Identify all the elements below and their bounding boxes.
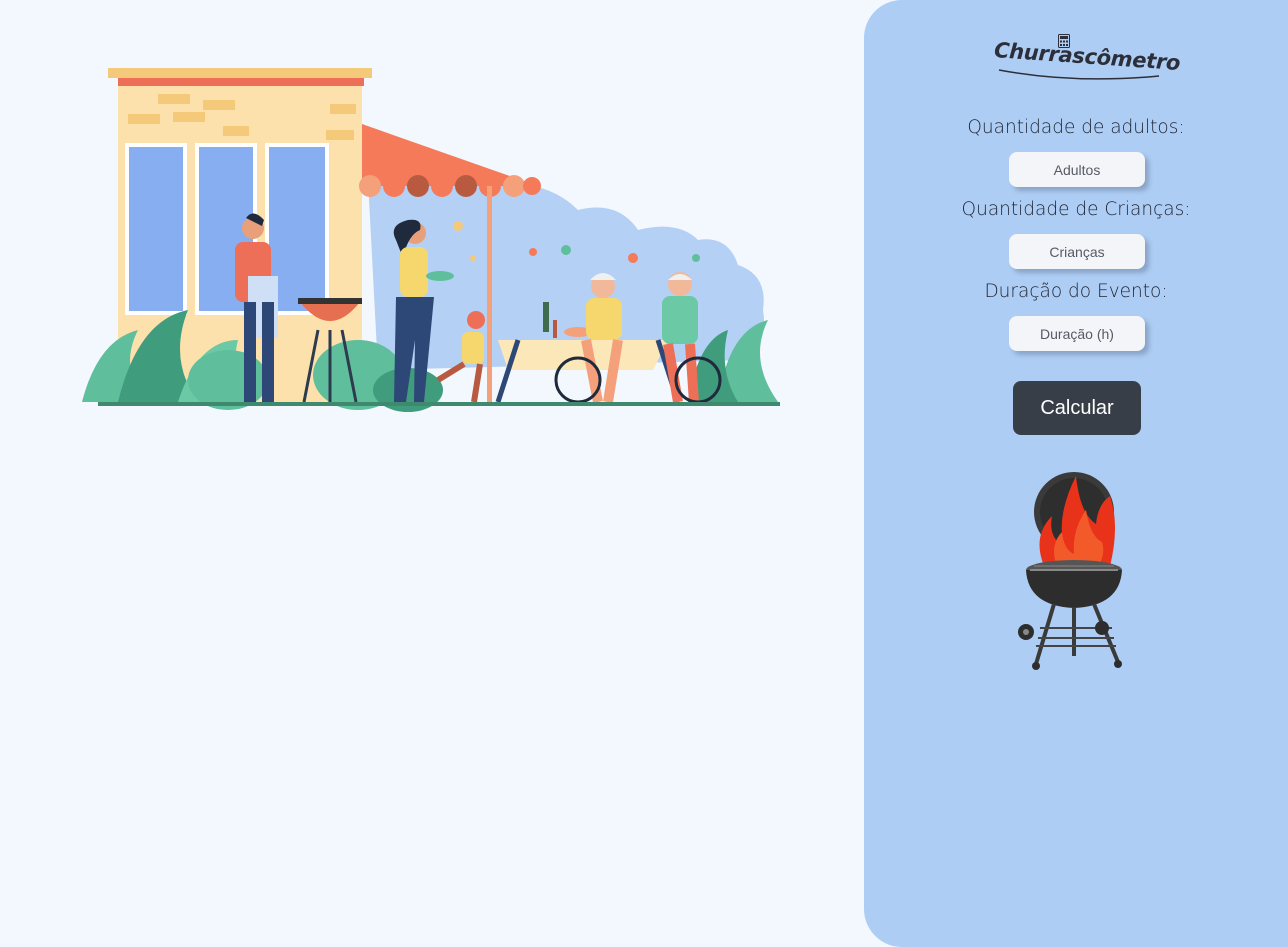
logo: Churrascômetro (993, 30, 1181, 86)
children-label: Quantidade de Crianças: (961, 199, 1191, 220)
adults-label: Quantidade de adultos: (967, 117, 1185, 138)
children-input[interactable] (1009, 234, 1145, 269)
grill-with-flames-image (1018, 472, 1122, 670)
calculator-panel: Churrascômetro Quantidade de adultos: Qu… (864, 0, 1288, 947)
calculate-button[interactable]: Calcular (1013, 381, 1141, 435)
duration-input[interactable] (1009, 316, 1145, 351)
barbecue-party-illustration (82, 68, 780, 412)
logo-underline (998, 69, 1160, 80)
duration-label: Duração do Evento: (984, 281, 1168, 302)
adults-input[interactable] (1009, 152, 1145, 187)
